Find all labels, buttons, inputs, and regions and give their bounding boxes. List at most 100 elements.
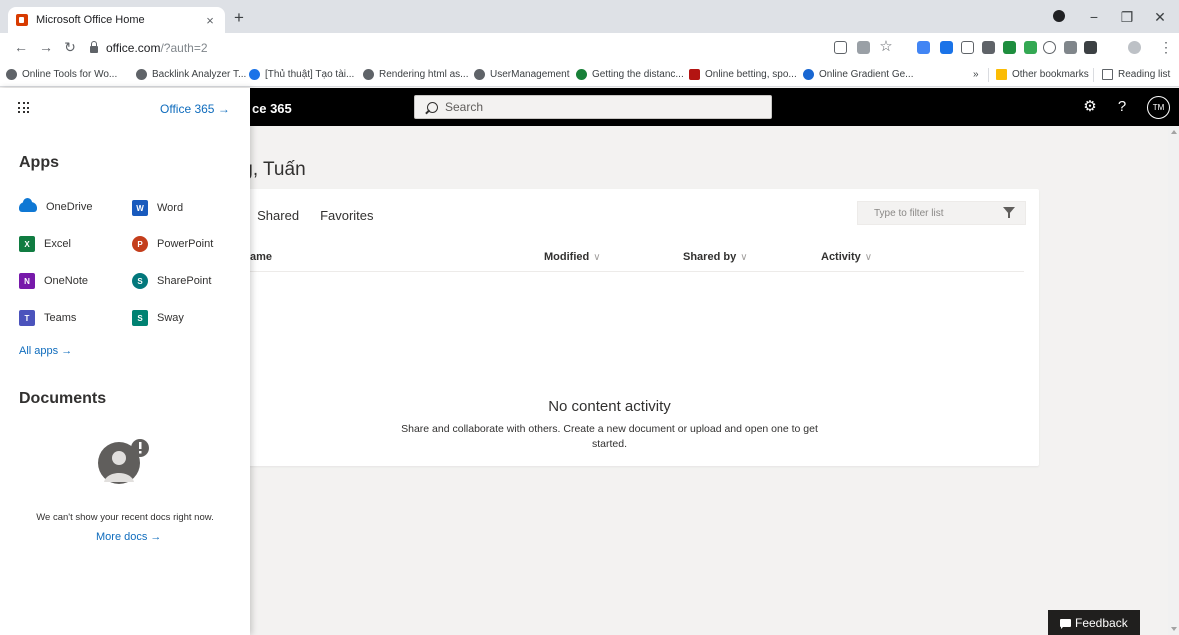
extension-icon[interactable] xyxy=(1043,41,1056,54)
address-bar[interactable]: office.com/?auth=2 xyxy=(88,37,818,59)
column-shared-by[interactable]: Shared by ∨ xyxy=(683,251,748,263)
browser-tab-office[interactable]: Microsoft Office Home × xyxy=(8,7,225,33)
documents-card: recent Shared Favorites Type to filter l… xyxy=(200,189,1039,466)
profile-icon[interactable] xyxy=(1053,10,1065,22)
filter-funnel-icon[interactable] xyxy=(1003,207,1015,218)
page-scrollbar[interactable] xyxy=(1168,126,1179,635)
app-onedrive[interactable]: OneDrive xyxy=(19,198,92,213)
filter-placeholder: Type to filter list xyxy=(874,207,944,219)
bookmark-star-icon[interactable]: ☆ xyxy=(878,38,894,55)
tab-favorites[interactable]: Favorites xyxy=(320,208,373,223)
translate-icon[interactable] xyxy=(857,41,870,54)
column-modified[interactable]: Modified ∨ xyxy=(544,251,601,263)
app-launcher-waffle-icon[interactable] xyxy=(18,102,29,113)
chevron-down-icon: ∨ xyxy=(593,252,601,263)
chevron-down-icon: ∨ xyxy=(864,252,873,263)
mute-icon[interactable] xyxy=(982,41,995,54)
column-headers: ame Modified ∨ Shared by ∨ Activity ∨ xyxy=(200,251,1024,272)
column-name[interactable]: ame xyxy=(250,251,272,263)
account-avatar[interactable]: TM xyxy=(1147,96,1170,119)
bookmarks-overflow[interactable]: » xyxy=(973,69,979,80)
filter-input[interactable]: Type to filter list xyxy=(857,201,1026,225)
profile-avatar-icon[interactable] xyxy=(1128,41,1141,54)
bookmark-separator xyxy=(1093,68,1094,82)
app-teams[interactable]: T Teams xyxy=(19,310,76,326)
chevron-down-icon: ∨ xyxy=(740,252,748,263)
app-launcher-panel: Office 365 → Apps OneDrive W Word X Exce… xyxy=(0,88,250,635)
all-apps-link[interactable]: All apps → xyxy=(19,345,72,357)
brand-title[interactable]: ce 365 xyxy=(252,101,292,116)
extension-icon[interactable] xyxy=(1003,41,1016,54)
camera-icon[interactable] xyxy=(961,41,974,54)
browser-toolbar: ← → ↻ office.com/?auth=2 ☆ ⋮ xyxy=(0,33,1179,63)
restore-icon[interactable]: ❐ xyxy=(1119,9,1135,25)
reload-icon[interactable]: ↻ xyxy=(62,39,78,56)
search-icon xyxy=(427,101,438,113)
site-icon xyxy=(689,69,700,80)
excel-icon: X xyxy=(19,236,35,252)
settings-gear-icon[interactable]: ⚙ xyxy=(1081,98,1099,116)
feedback-bubble-icon xyxy=(1060,618,1071,629)
globe-icon xyxy=(6,69,17,80)
url-host: office.com xyxy=(106,41,161,55)
extension-icon[interactable] xyxy=(917,41,930,54)
back-icon[interactable]: ← xyxy=(13,39,29,56)
extension-icon[interactable] xyxy=(1024,41,1037,54)
extension-icon[interactable] xyxy=(940,41,953,54)
bookmark-separator xyxy=(988,68,989,82)
bookmark-item[interactable]: Getting the distanc... xyxy=(576,69,684,80)
bookmark-item[interactable]: Online Gradient Ge... xyxy=(803,69,914,80)
install-icon[interactable] xyxy=(834,41,847,54)
bookmark-item[interactable]: Backlink Analyzer T... xyxy=(136,69,246,80)
app-sharepoint[interactable]: S SharePoint xyxy=(132,273,211,289)
app-word[interactable]: W Word xyxy=(132,200,183,216)
tab-title: Microsoft Office Home xyxy=(36,14,145,26)
office365-link[interactable]: Office 365 → xyxy=(160,102,230,116)
bookmark-item[interactable]: [Thủ thuật] Tạo tài... xyxy=(249,69,354,80)
app-onenote[interactable]: N OneNote xyxy=(19,273,88,289)
reading-list-icon xyxy=(1102,69,1113,80)
help-icon[interactable]: ? xyxy=(1113,98,1131,116)
scroll-up-icon[interactable] xyxy=(1171,130,1177,134)
onedrive-icon xyxy=(19,198,37,212)
bookmarks-bar: Online Tools for Wo... Backlink Analyzer… xyxy=(0,63,1179,87)
app-powerpoint[interactable]: P PowerPoint xyxy=(132,236,213,252)
no-docs-illustration-icon xyxy=(98,439,149,484)
more-docs-link[interactable]: More docs → xyxy=(96,531,161,543)
extension-icon[interactable] xyxy=(1064,41,1077,54)
column-activity[interactable]: Activity ∨ xyxy=(821,251,872,263)
teams-icon: T xyxy=(19,310,35,326)
sway-icon: S xyxy=(132,310,148,326)
app-excel[interactable]: X Excel xyxy=(19,236,71,252)
url-path: /?auth=2 xyxy=(160,41,208,55)
forward-icon[interactable]: → xyxy=(38,39,54,56)
menu-icon[interactable]: ⋮ xyxy=(1158,39,1174,56)
tab-shared[interactable]: Shared xyxy=(257,208,299,223)
app-sway[interactable]: S Sway xyxy=(132,310,184,326)
minimize-icon[interactable]: − xyxy=(1086,9,1102,25)
bookmark-item[interactable]: Online betting, spo... xyxy=(689,69,797,80)
docs-unavailable-message: We can't show your recent docs right now… xyxy=(36,512,214,523)
new-tab-button[interactable]: + xyxy=(234,9,244,27)
apps-heading: Apps xyxy=(19,154,59,171)
tab-close-icon[interactable]: × xyxy=(203,13,217,28)
office-favicon-icon xyxy=(16,14,28,26)
close-window-icon[interactable]: ✕ xyxy=(1152,9,1168,25)
scroll-down-icon[interactable] xyxy=(1171,627,1177,631)
search-input[interactable]: Search xyxy=(414,95,772,119)
feedback-button[interactable]: Feedback xyxy=(1048,610,1140,635)
reading-list[interactable]: Reading list xyxy=(1102,69,1170,80)
sharepoint-icon: S xyxy=(132,273,148,289)
leaf-icon xyxy=(576,69,587,80)
folder-icon xyxy=(996,69,1007,80)
lock-icon xyxy=(90,41,98,53)
bookmark-item[interactable]: UserManagement xyxy=(474,69,569,80)
word-icon: W xyxy=(132,200,148,216)
bookmark-item[interactable]: Rendering html as... xyxy=(363,69,469,80)
puzzle-icon[interactable] xyxy=(1084,41,1097,54)
documents-heading: Documents xyxy=(19,390,107,407)
bookmark-item[interactable]: Online Tools for Wo... xyxy=(6,69,117,80)
globe-icon xyxy=(136,69,147,80)
other-bookmarks[interactable]: Other bookmarks xyxy=(996,69,1089,80)
onenote-icon: N xyxy=(19,273,35,289)
